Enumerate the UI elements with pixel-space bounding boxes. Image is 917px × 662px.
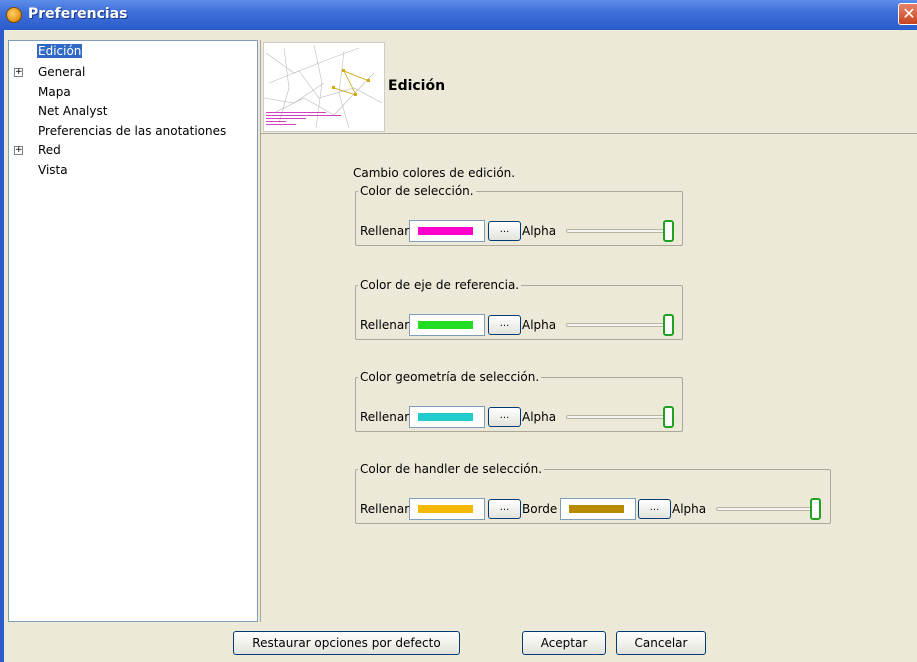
fill-label: Rellenar: [360, 224, 410, 238]
group-legend: Color de handler de selección.: [360, 462, 543, 476]
app-icon: [6, 7, 22, 23]
group-legend: Color de eje de referencia.: [360, 278, 520, 292]
alpha-slider-thumb[interactable]: [810, 498, 821, 520]
geometry-color-group: Color geometría de selección. Rellenar .…: [355, 370, 683, 432]
color-bar: [569, 505, 624, 513]
fill-label: Rellenar: [360, 318, 410, 332]
tree-item-label: Red: [38, 143, 61, 157]
alpha-slider-track[interactable]: [566, 229, 670, 233]
page-header: Edición: [261, 40, 917, 134]
accept-button[interactable]: Aceptar: [522, 631, 606, 655]
plus-expander-icon[interactable]: +: [14, 68, 23, 77]
alpha-slider-thumb[interactable]: [663, 406, 674, 428]
color-bar: [418, 505, 473, 513]
handler-fill-swatch[interactable]: [409, 498, 485, 520]
close-icon: ✕: [902, 4, 916, 23]
alpha-slider-thumb[interactable]: [663, 314, 674, 336]
page-title: Edición: [388, 78, 446, 94]
choose-fill-color-button[interactable]: ...: [488, 315, 521, 335]
tree-item-label: Preferencias de las anotationes: [38, 124, 227, 138]
plus-expander-icon[interactable]: +: [14, 146, 23, 155]
section-caption: Cambio colores de edición.: [353, 166, 516, 180]
alpha-label: Alpha: [522, 224, 557, 238]
color-bar: [418, 413, 473, 421]
tree-item-label: Net Analyst: [38, 104, 108, 118]
window-frame-left: [0, 30, 4, 662]
tree-item-label: General: [38, 65, 86, 79]
color-bar: [418, 227, 473, 235]
alpha-slider-track[interactable]: [566, 323, 670, 327]
handler-color-group: Color de handler de selección. Rellenar …: [355, 462, 831, 524]
color-bar: [418, 321, 473, 329]
preferences-tree[interactable]: Edición + General Mapa Net Analyst Prefe…: [8, 40, 258, 622]
group-legend: Color de selección.: [360, 184, 474, 198]
handler-border-swatch[interactable]: [560, 498, 636, 520]
choose-fill-color-button[interactable]: ...: [488, 221, 521, 241]
fill-label: Rellenar: [360, 410, 410, 424]
selection-fill-swatch[interactable]: [409, 220, 485, 242]
alpha-slider-track[interactable]: [716, 507, 816, 511]
tree-item-label: Mapa: [38, 85, 71, 99]
selection-color-group: Color de selección. Rellenar ... Alpha: [355, 184, 683, 246]
choose-fill-color-button[interactable]: ...: [488, 407, 521, 427]
cancel-button[interactable]: Cancelar: [616, 631, 706, 655]
geometry-fill-swatch[interactable]: [409, 406, 485, 428]
alpha-slider-track[interactable]: [566, 415, 670, 419]
tree-item-label: Edición: [37, 44, 83, 58]
title-bar: Preferencias ✕: [0, 0, 917, 30]
restore-defaults-button[interactable]: Restaurar opciones por defecto: [233, 631, 460, 655]
edition-preview-image: [263, 42, 385, 132]
fill-label: Rellenar: [360, 502, 410, 516]
alpha-label: Alpha: [522, 410, 557, 424]
choose-fill-color-button[interactable]: ...: [488, 499, 521, 519]
close-button[interactable]: ✕: [898, 3, 917, 25]
border-label: Borde: [522, 502, 558, 516]
group-legend: Color geometría de selección.: [360, 370, 540, 384]
axis-fill-swatch[interactable]: [409, 314, 485, 336]
alpha-label: Alpha: [522, 318, 557, 332]
window-title: Preferencias: [28, 6, 128, 22]
tree-item-label: Vista: [38, 163, 68, 177]
alpha-label: Alpha: [672, 502, 707, 516]
axis-color-group: Color de eje de referencia. Rellenar ...…: [355, 278, 683, 340]
preferences-content: Edición Cambio colores de edición. Color…: [260, 40, 917, 622]
choose-border-color-button[interactable]: ...: [638, 499, 671, 519]
alpha-slider-thumb[interactable]: [663, 220, 674, 242]
